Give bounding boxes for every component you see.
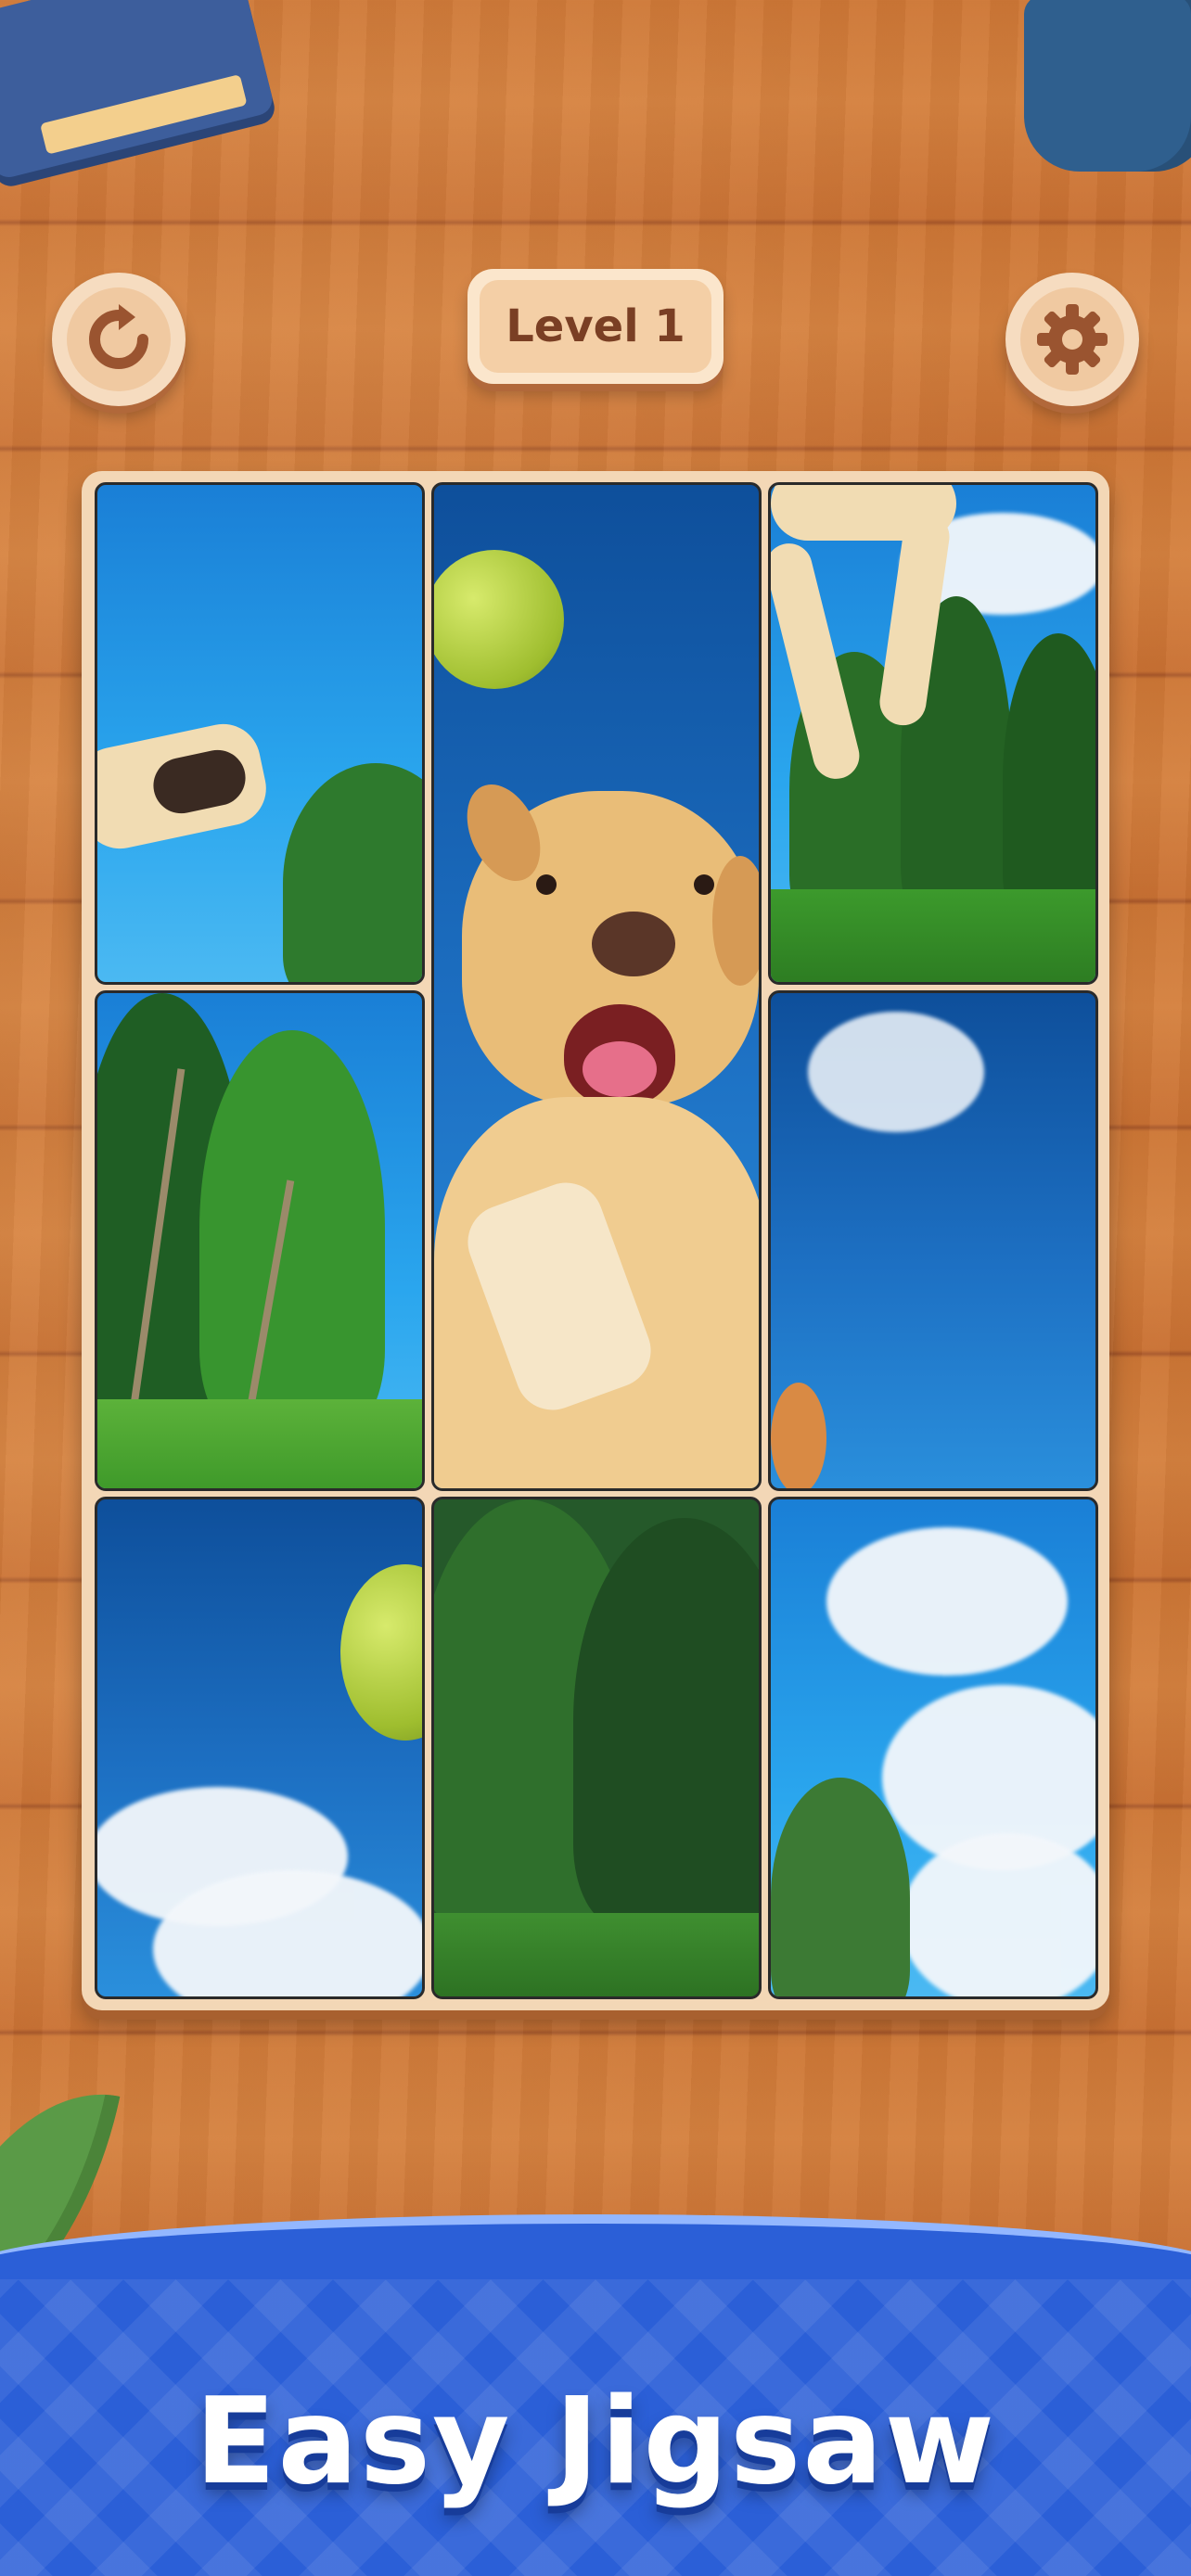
bottom-banner: Easy Jigsaw [0,2279,1191,2576]
puzzle-board [82,471,1109,2010]
book-decoration [0,0,276,181]
restart-button[interactable] [52,273,186,406]
puzzle-tile-merged[interactable] [431,482,762,1491]
puzzle-tile[interactable] [768,482,1098,985]
puzzle-tile[interactable] [95,482,425,985]
level-indicator: Level 1 [467,269,724,384]
puzzle-tile[interactable] [95,990,425,1491]
banner-title: Easy Jigsaw [195,2373,996,2511]
puzzle-tile[interactable] [431,1497,762,1999]
puzzle-tile[interactable] [95,1497,425,1999]
restart-icon [89,304,148,369]
pencil-cup-decoration [1024,0,1191,172]
level-label: Level 1 [480,280,711,373]
gear-icon [1037,304,1108,375]
puzzle-tile[interactable] [768,1497,1098,1999]
settings-button[interactable] [1005,273,1139,406]
puzzle-tile[interactable] [768,990,1098,1491]
